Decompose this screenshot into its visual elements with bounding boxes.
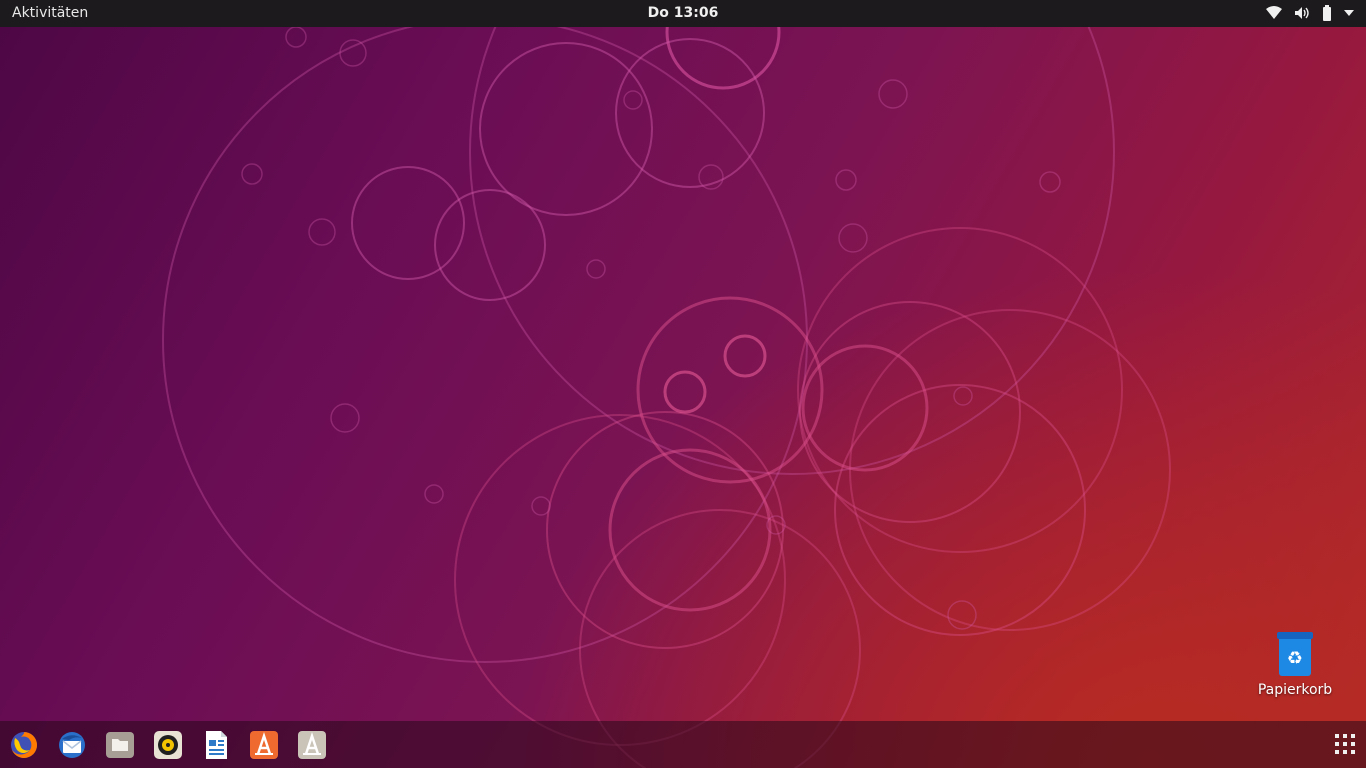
writer-icon: [206, 731, 227, 759]
rhythmbox-icon: [154, 731, 182, 759]
dock-item-files[interactable]: [103, 728, 137, 762]
show-applications-icon[interactable]: [1334, 733, 1356, 755]
dock-item-firefox[interactable]: [7, 728, 41, 762]
dock-item-help[interactable]: [295, 728, 329, 762]
svg-text:♻: ♻: [1287, 648, 1303, 669]
dock: [0, 721, 1366, 768]
files-icon: [106, 732, 134, 758]
volume-icon[interactable]: [1294, 6, 1310, 20]
firefox-icon: [11, 732, 37, 758]
system-tray[interactable]: [1266, 3, 1354, 23]
dock-item-rhythmbox[interactable]: [151, 728, 185, 762]
dock-item-thunderbird[interactable]: [55, 728, 89, 762]
battery-icon[interactable]: [1322, 5, 1332, 21]
desktop-trash[interactable]: ♻ Papierkorb: [1248, 632, 1342, 698]
help-icon: [298, 731, 326, 759]
dock-item-writer[interactable]: [199, 728, 233, 762]
dock-item-software[interactable]: [247, 728, 281, 762]
software-icon: [250, 731, 278, 759]
wifi-icon[interactable]: [1266, 6, 1282, 20]
clock[interactable]: Do 13:06: [0, 5, 1366, 21]
desktop-wallpaper: [162, 0, 1171, 768]
trash-label: Papierkorb: [1257, 682, 1333, 698]
system-menu-arrow-icon[interactable]: [1344, 9, 1354, 17]
top-panel: Aktivitäten Do 13:06: [0, 0, 1366, 27]
trash-icon: ♻: [1277, 632, 1313, 676]
thunderbird-icon: [59, 732, 85, 758]
